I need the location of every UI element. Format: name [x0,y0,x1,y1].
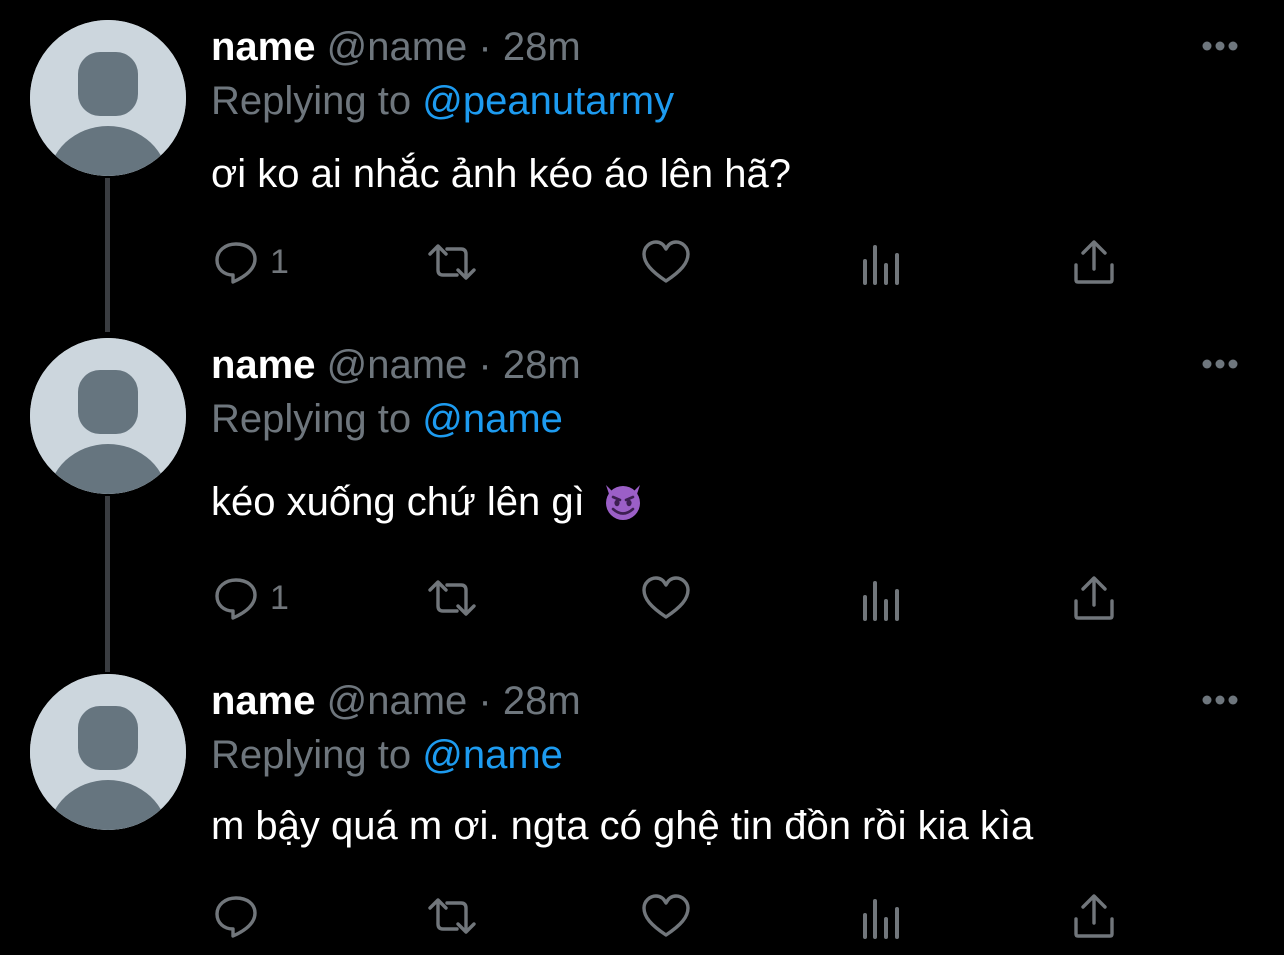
tweet-header: name @name · 28m [211,681,581,721]
like-button[interactable] [640,892,692,940]
retweet-button[interactable] [424,892,480,940]
retweet-icon [424,892,480,940]
tweet[interactable]: name @name · 28m Replying to @peanutarmy… [0,0,1284,332]
reply-count: 1 [270,243,289,281]
replying-to-link[interactable]: @peanutarmy [422,79,674,123]
default-profile-icon [30,20,186,176]
smiling-imp-emoji-icon [600,481,646,530]
reply-count: 1 [270,579,289,617]
reply-bubble-icon [212,238,260,286]
replying-to-label: Replying to [211,397,412,441]
views-button[interactable] [858,894,904,942]
tweet-text-content: m bậy quá m ơi. ngta có ghệ tin đồn rồi … [211,804,1034,848]
share-button[interactable] [1070,574,1118,622]
timestamp[interactable]: 28m [503,343,581,387]
views-button[interactable] [858,576,904,624]
replying-to-link[interactable]: @name [422,397,563,441]
replying-to: Replying to @peanutarmy [211,81,674,121]
reply-bubble-icon [212,574,260,622]
replying-to-link[interactable]: @name [422,733,563,777]
user-handle[interactable]: @name [327,679,468,723]
display-name[interactable]: name [211,679,316,723]
retweet-button[interactable] [424,238,480,286]
bar-chart-icon [858,577,904,623]
user-handle[interactable]: @name [327,343,468,387]
bar-chart-icon [858,895,904,941]
avatar[interactable] [30,674,186,830]
share-icon [1070,574,1118,622]
separator: · [478,343,492,387]
avatar[interactable] [30,20,186,176]
tweet-header: name @name · 28m [211,27,581,67]
replying-to-label: Replying to [211,79,412,123]
reply-button[interactable] [212,892,270,940]
separator: · [478,25,492,69]
more-dots-icon[interactable] [1196,684,1244,716]
display-name[interactable]: name [211,343,316,387]
heart-icon [640,574,692,622]
display-name[interactable]: name [211,25,316,69]
thread-connector-line [105,178,110,332]
bar-chart-icon [858,241,904,287]
avatar[interactable] [30,338,186,494]
heart-icon [640,892,692,940]
tweet-text-content: ơi ko ai nhắc ảnh kéo áo lên hã? [211,152,791,196]
reply-button[interactable]: 1 [212,238,289,286]
thread-connector-line [105,496,110,672]
share-icon [1070,238,1118,286]
share-button[interactable] [1070,892,1118,940]
reply-bubble-icon [212,892,260,940]
retweet-button[interactable] [424,574,480,622]
default-profile-icon [30,674,186,830]
tweet-text: ơi ko ai nhắc ảnh kéo áo lên hã? [211,152,791,196]
timestamp[interactable]: 28m [503,25,581,69]
replying-to-label: Replying to [211,733,412,777]
tweet-text-content: kéo xuống chứ lên gì [211,480,585,524]
retweet-icon [424,574,480,622]
like-button[interactable] [640,574,692,622]
more-dots-icon[interactable] [1196,30,1244,62]
separator: · [478,679,492,723]
replying-to: Replying to @name [211,735,563,775]
tweet-text: kéo xuống chứ lên gì [211,480,646,530]
reply-button[interactable]: 1 [212,574,289,622]
tweet[interactable]: name @name · 28m Replying to @name kéo x… [0,318,1284,672]
timestamp[interactable]: 28m [503,679,581,723]
tweet[interactable]: name @name · 28m Replying to @name m bậy… [0,654,1284,955]
tweet-text: m bậy quá m ơi. ngta có ghệ tin đồn rồi … [211,804,1033,848]
more-dots-icon[interactable] [1196,348,1244,380]
user-handle[interactable]: @name [327,25,468,69]
retweet-icon [424,238,480,286]
views-button[interactable] [858,240,904,288]
share-icon [1070,892,1118,940]
default-profile-icon [30,338,186,494]
replying-to: Replying to @name [211,399,563,439]
heart-icon [640,238,692,286]
share-button[interactable] [1070,238,1118,286]
tweet-header: name @name · 28m [211,345,581,385]
like-button[interactable] [640,238,692,286]
